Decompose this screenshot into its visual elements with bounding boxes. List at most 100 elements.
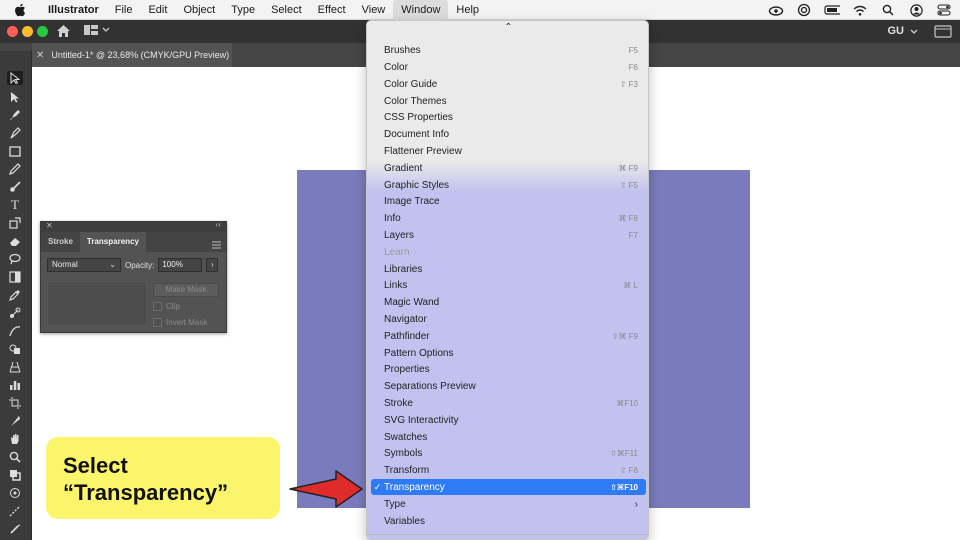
blend-tool-icon[interactable] [7,306,23,320]
pen-tool-icon[interactable] [7,108,23,122]
workspace-switcher[interactable] [84,24,110,36]
graph-tool-icon[interactable] [7,378,23,392]
menu-help[interactable]: Help [448,0,487,20]
tab-transparency[interactable]: Transparency [79,232,146,252]
user-account-icon[interactable] [908,3,924,17]
fill-stroke-swap-icon[interactable] [7,468,23,482]
symbol-sprayer-tool-icon[interactable] [7,486,23,500]
menu-file[interactable]: File [107,0,141,20]
slice-tool-icon[interactable] [7,414,23,428]
menu-item-graphic-styles[interactable]: Graphic Styles ⇧ F5 [371,177,646,193]
menu-item-info[interactable]: Info ⌘ F8 [371,210,646,226]
direct-selection-tool-icon[interactable] [7,90,23,104]
perspective-grid-tool-icon[interactable] [7,360,23,374]
menu-item-pathfinder[interactable]: Pathfinder ⇧⌘ F9 [371,328,646,344]
menu-item-stroke[interactable]: Stroke ⌘F10 [371,395,646,411]
menu-select[interactable]: Select [263,0,310,20]
close-window-button[interactable] [7,26,18,37]
artboard-tool-icon[interactable] [7,396,23,410]
menu-item-libraries[interactable]: Libraries [371,261,646,277]
menu-item-color-guide[interactable]: Color Guide ⇧ F3 [371,76,646,92]
menu-item-css-properties[interactable]: CSS Properties [371,109,646,125]
discover-icon[interactable] [934,24,952,43]
apple-icon[interactable] [14,3,32,17]
lasso-tool-icon[interactable] [7,252,23,266]
menu-item-color-themes[interactable]: Color Themes [371,93,646,109]
zoom-window-button[interactable] [37,26,48,37]
invert-mask-checkbox[interactable]: Invert Mask [153,318,207,327]
menu-item-svg-interactivity[interactable]: SVG Interactivity [371,412,646,428]
eraser-tool-icon[interactable] [7,234,23,248]
menu-object[interactable]: Object [175,0,223,20]
rectangle-tool-icon[interactable] [7,144,23,158]
menu-window[interactable]: Window [393,0,449,20]
tab-stroke[interactable]: Stroke [41,232,80,252]
zoom-tool-icon[interactable] [7,450,23,464]
menu-app-name[interactable]: Illustrator [42,0,107,20]
transparency-panel: ✕ ‹‹ Stroke Transparency Normal ⌄ Opacit… [40,220,227,333]
wifi-icon[interactable] [852,3,868,17]
instruction-callout: Select “Transparency” [46,437,280,519]
menu-item-transform[interactable]: Transform ⇧ F8 [371,462,646,478]
scroll-up-arrow-icon[interactable]: ⌃ [367,22,648,33]
menu-item-separations-preview[interactable]: Separations Preview [371,378,646,394]
eyedropper-tool-icon[interactable] [7,288,23,302]
width-tool-icon[interactable] [7,324,23,338]
curvature-tool-icon[interactable] [7,126,23,140]
menu-item-pattern-options[interactable]: Pattern Options [371,345,646,361]
menu-type[interactable]: Type [223,0,263,20]
menu-item-navigator[interactable]: Navigator [371,311,646,327]
edit-toolbar-icon[interactable] [7,522,23,536]
panel-menu-icon[interactable] [212,236,221,254]
gradient-tool-icon[interactable] [7,270,23,284]
menu-item-symbols[interactable]: Symbols ⇧⌘F11 [371,445,646,461]
creative-cloud-icon[interactable] [768,3,784,17]
document-tab[interactable]: ✕ Untitled-1* @ 23,68% (CMYK/GPU Preview… [32,43,232,67]
pencil-tool-icon[interactable] [7,162,23,176]
airdrop-icon[interactable] [796,3,812,17]
opacity-input[interactable]: 100% [158,258,203,272]
scale-tool-icon[interactable] [7,216,23,230]
user-menu[interactable]: GU [888,20,919,43]
menu-item-swatches[interactable]: Swatches [371,429,646,445]
type-tool-icon[interactable]: T [7,197,23,212]
menu-item-type[interactable]: Type › [371,496,646,512]
control-center-icon[interactable] [936,3,952,17]
menu-edit[interactable]: Edit [140,0,175,20]
paintbrush-tool-icon[interactable] [7,180,23,194]
hand-tool-icon[interactable] [7,432,23,446]
battery-icon[interactable] [824,3,840,17]
menu-item-document-info[interactable]: Document Info [371,126,646,142]
opacity-slider-toggle-icon[interactable]: › [206,258,219,272]
collapse-panel-icon[interactable]: ‹‹ [216,220,221,229]
selection-tool-icon[interactable] [7,71,23,85]
menu-item-variables[interactable]: Variables [371,513,646,529]
make-mask-button[interactable]: Make Mask [153,283,219,297]
menu-item-label: Separations Preview [384,380,476,392]
warp-tool-icon[interactable] [7,504,23,518]
clip-checkbox[interactable]: Clip [153,302,180,311]
spotlight-search-icon[interactable] [880,3,896,17]
menu-item-properties[interactable]: Properties [371,361,646,377]
menu-effect[interactable]: Effect [310,0,354,20]
menu-item-layers[interactable]: Layers F7 [371,227,646,243]
menu-item-flattener-preview[interactable]: Flattener Preview [371,143,646,159]
menu-item-image-trace[interactable]: Image Trace [371,193,646,209]
menu-view[interactable]: View [354,0,394,20]
menu-item-links[interactable]: Links ⌘ L [371,277,646,293]
blend-mode-select[interactable]: Normal ⌄ [47,258,121,272]
close-panel-icon[interactable]: ✕ [46,221,53,230]
shape-builder-tool-icon[interactable] [7,342,23,356]
home-icon[interactable] [56,24,71,43]
menu-item-brushes[interactable]: Brushes F5 [371,42,646,58]
menu-item-magic-wand[interactable]: Magic Wand [371,294,646,310]
menu-item-transparency[interactable]: ✓ Transparency ⇧⌘F10 [371,479,646,495]
menu-item-gradient[interactable]: Gradient ⌘ F9 [371,160,646,176]
menu-item-shortcut: F6 [628,62,638,72]
invert-mask-checkbox-box[interactable] [153,318,162,327]
close-tab-icon[interactable]: ✕ [36,50,44,61]
panel-title-bar[interactable]: ✕ ‹‹ [41,220,226,232]
menu-item-color[interactable]: Color F6 [371,59,646,75]
minimize-window-button[interactable] [22,26,33,37]
clip-checkbox-box[interactable] [153,302,162,311]
